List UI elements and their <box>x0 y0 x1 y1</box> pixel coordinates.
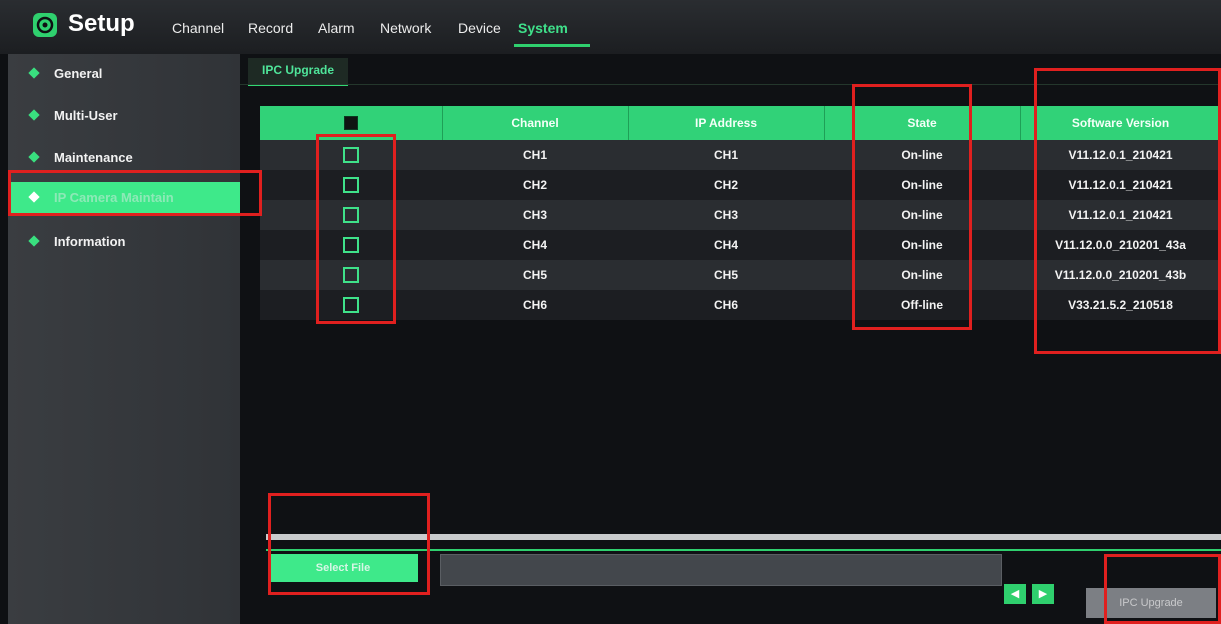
annotation-box-select-file <box>268 493 430 595</box>
file-path-field[interactable] <box>440 554 1002 586</box>
cell-channel: CH1 <box>442 140 628 170</box>
annotation-box-checkboxes <box>316 134 396 324</box>
cell-channel: CH4 <box>442 230 628 260</box>
annotation-box-version <box>1034 68 1221 354</box>
cell-channel: CH2 <box>442 170 628 200</box>
sidebar-item-label: Information <box>54 234 126 249</box>
cell-ip-address: CH6 <box>628 290 824 320</box>
menu-channel[interactable]: Channel <box>172 20 224 36</box>
cell-ip-address: CH4 <box>628 230 824 260</box>
menu-system[interactable]: System <box>518 20 568 36</box>
cell-ip-address: CH5 <box>628 260 824 290</box>
sidebar-item-label: Multi-User <box>54 108 118 123</box>
cell-channel: CH5 <box>442 260 628 290</box>
diamond-bullet-icon <box>28 235 40 247</box>
menu-alarm[interactable]: Alarm <box>318 20 355 36</box>
tab-ipc-upgrade[interactable]: IPC Upgrade <box>248 58 349 86</box>
cell-ip-address: CH2 <box>628 170 824 200</box>
diamond-bullet-icon <box>28 109 40 121</box>
annotation-box-sidebar <box>8 170 262 216</box>
diamond-bullet-icon <box>28 151 40 163</box>
sidebar-item-information[interactable]: Information <box>8 226 240 258</box>
column-header-ip-address: IP Address <box>628 106 825 140</box>
triangle-right-icon[interactable]: ▶ <box>1032 584 1054 604</box>
select-all-checkbox[interactable] <box>343 116 358 131</box>
column-header-channel: Channel <box>442 106 629 140</box>
annotation-box-state <box>852 84 972 330</box>
triangle-left-icon[interactable]: ◀ <box>1004 584 1026 604</box>
cell-channel: CH6 <box>442 290 628 320</box>
sidebar-item-multi-user[interactable]: Multi-User <box>8 100 240 132</box>
menu-active-indicator <box>514 44 590 47</box>
top-bar: Setup Channel Record Alarm Network Devic… <box>0 0 1221 54</box>
menu-record[interactable]: Record <box>248 20 293 36</box>
cell-channel: CH3 <box>442 200 628 230</box>
menu-network[interactable]: Network <box>380 20 431 36</box>
annotation-box-upgrade <box>1104 554 1221 624</box>
sidebar-item-general[interactable]: General <box>8 58 240 90</box>
sidebar-item-label: Maintenance <box>54 150 133 165</box>
sidebar-item-label: General <box>54 66 103 81</box>
app-title: Setup <box>68 10 135 37</box>
cell-ip-address: CH1 <box>628 140 824 170</box>
sidebar: General Multi-User Maintenance IP Camera… <box>8 54 240 624</box>
menu-device[interactable]: Device <box>458 20 501 36</box>
gear-icon <box>33 13 57 37</box>
cell-ip-address: CH3 <box>628 200 824 230</box>
diamond-bullet-icon <box>28 67 40 79</box>
